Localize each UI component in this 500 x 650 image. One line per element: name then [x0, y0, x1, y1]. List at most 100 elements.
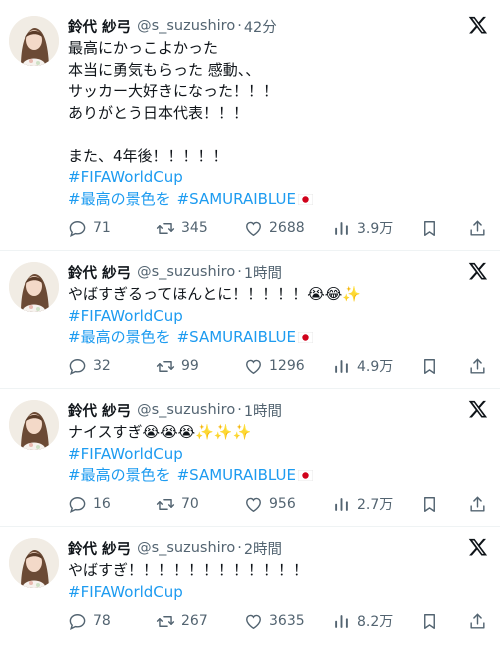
bookmark-icon — [424, 613, 435, 629]
timestamp[interactable]: 1時間 — [244, 262, 282, 283]
views-button[interactable]: 3.9万 — [332, 217, 393, 239]
timestamp[interactable]: 1時間 — [244, 400, 282, 421]
tweet-item[interactable]: 鈴代 紗弓 @s_suzushiro · 1時間 ナイスすぎ😭😭😭✨✨✨ #FI… — [0, 400, 500, 522]
hashtag-link[interactable]: #FIFAWorldCup — [68, 582, 488, 604]
tweet-actions: 32 99 1296 4.9万 — [68, 355, 488, 377]
like-button[interactable]: 2688 — [244, 217, 305, 239]
retweet-button[interactable]: 99 — [156, 355, 199, 377]
tweet-text-line: ありがとう日本代表！！！ — [68, 103, 249, 122]
x-logo-icon — [468, 16, 488, 34]
retweet-count: 345 — [181, 220, 208, 236]
bookmark-button[interactable] — [420, 217, 439, 239]
hashtag-row: #最高の景色を #SAMURAIBLUE — [68, 465, 488, 487]
like-button[interactable]: 3635 — [244, 610, 305, 632]
author-name[interactable]: 鈴代 紗弓 — [68, 400, 131, 421]
tweet-item[interactable]: 鈴代 紗弓 @s_suzushiro · 42分 最高にかっこよかった 本当に勇… — [0, 16, 500, 246]
reply-icon — [69, 220, 86, 237]
hashtag-link[interactable]: #FIFAWorldCup — [68, 444, 488, 466]
like-button[interactable]: 1296 — [244, 355, 305, 377]
share-button[interactable] — [468, 217, 487, 239]
share-icon — [470, 358, 485, 374]
timestamp[interactable]: 2時間 — [244, 538, 282, 559]
separator-dot: · — [237, 264, 242, 280]
tweet-item[interactable]: 鈴代 紗弓 @s_suzushiro · 1時間 やばすぎるってほんとに！！！！… — [0, 262, 500, 384]
tweet-text-line: ナイスすぎ😭😭😭✨✨✨ — [68, 423, 252, 441]
like-button[interactable]: 956 — [244, 493, 296, 515]
tweet-item[interactable]: 鈴代 紗弓 @s_suzushiro · 2時間 やばすぎ！！！！！！！！！！！… — [0, 538, 500, 638]
share-icon — [470, 220, 485, 236]
separator-dot: · — [237, 402, 242, 418]
author-name[interactable]: 鈴代 紗弓 — [68, 538, 131, 559]
tweet-text: やばすぎるってほんとに！！！！！😭😂✨ #FIFAWorldCup #最高の景色… — [68, 284, 488, 349]
hashtag-link[interactable]: #最高の景色を — [68, 328, 171, 346]
bookmark-button[interactable] — [420, 355, 439, 377]
like-count: 956 — [269, 496, 296, 512]
avatar[interactable] — [9, 262, 59, 312]
views-button[interactable]: 8.2万 — [332, 610, 393, 632]
views-button[interactable]: 2.7万 — [332, 493, 393, 515]
reply-icon — [69, 358, 86, 375]
bookmark-button[interactable] — [420, 610, 439, 632]
timestamp[interactable]: 42分 — [244, 16, 277, 37]
retweet-button[interactable]: 70 — [156, 493, 199, 515]
hashtag-link[interactable]: #最高の景色を — [68, 466, 171, 484]
avatar[interactable] — [9, 538, 59, 588]
retweet-button[interactable]: 345 — [156, 217, 208, 239]
x-logo-icon — [468, 400, 488, 418]
views-count: 4.9万 — [357, 359, 394, 375]
hashtag-row: #最高の景色を #SAMURAIBLUE — [68, 327, 488, 349]
retweet-button[interactable]: 267 — [156, 610, 208, 632]
hashtag-link[interactable]: #SAMURAIBLUE — [177, 328, 296, 346]
reply-icon — [69, 613, 86, 630]
reply-button[interactable]: 78 — [68, 610, 111, 632]
tweet-divider — [0, 250, 500, 251]
share-button[interactable] — [468, 493, 487, 515]
hashtag-link[interactable]: #FIFAWorldCup — [68, 167, 488, 189]
tweet-header: 鈴代 紗弓 @s_suzushiro · 1時間 — [68, 400, 282, 420]
author-handle[interactable]: @s_suzushiro — [137, 18, 235, 34]
retweet-icon — [156, 615, 175, 627]
hashtag-link[interactable]: #最高の景色を — [68, 190, 171, 208]
retweet-icon — [156, 222, 175, 234]
reply-count: 32 — [93, 358, 111, 374]
avatar[interactable] — [9, 16, 59, 66]
retweet-count: 99 — [181, 358, 199, 374]
japan-flag-icon — [297, 331, 314, 344]
share-icon — [470, 613, 485, 629]
reply-count: 78 — [93, 613, 111, 629]
separator-dot: · — [237, 540, 242, 556]
reply-button[interactable]: 32 — [68, 355, 111, 377]
tweet-text-line — [68, 124, 488, 146]
tweet-actions: 78 267 3635 8.2万 — [68, 610, 488, 632]
reply-button[interactable]: 16 — [68, 493, 111, 515]
author-handle[interactable]: @s_suzushiro — [137, 540, 235, 556]
japan-flag-icon — [297, 193, 314, 205]
tweet-actions: 16 70 956 2.7万 — [68, 493, 488, 515]
retweet-count: 70 — [181, 496, 199, 512]
avatar[interactable] — [9, 400, 59, 450]
author-name[interactable]: 鈴代 紗弓 — [68, 262, 131, 283]
retweet-count: 267 — [181, 613, 208, 629]
bookmark-icon — [424, 496, 435, 512]
bookmark-button[interactable] — [420, 493, 439, 515]
author-handle[interactable]: @s_suzushiro — [137, 402, 235, 418]
author-name[interactable]: 鈴代 紗弓 — [68, 16, 131, 37]
like-count: 2688 — [269, 220, 305, 236]
tweet-text-line: 本当に勇気もらった 感動、、 — [68, 60, 261, 79]
like-icon — [246, 614, 261, 629]
views-button[interactable]: 4.9万 — [332, 355, 393, 377]
like-count: 3635 — [269, 613, 305, 629]
views-icon — [335, 614, 348, 628]
tweet-text-line: また、4年後！！！！！ — [68, 146, 228, 165]
like-icon — [246, 497, 261, 512]
hashtag-link[interactable]: #FIFAWorldCup — [68, 306, 488, 328]
share-button[interactable] — [468, 610, 487, 632]
author-handle[interactable]: @s_suzushiro — [137, 264, 235, 280]
tweet-divider — [0, 388, 500, 389]
share-button[interactable] — [468, 355, 487, 377]
share-icon — [470, 496, 485, 512]
reply-button[interactable]: 71 — [68, 217, 111, 239]
hashtag-link[interactable]: #SAMURAIBLUE — [177, 466, 296, 484]
hashtag-link[interactable]: #SAMURAIBLUE — [177, 190, 296, 208]
tweet-header: 鈴代 紗弓 @s_suzushiro · 42分 — [68, 16, 277, 36]
